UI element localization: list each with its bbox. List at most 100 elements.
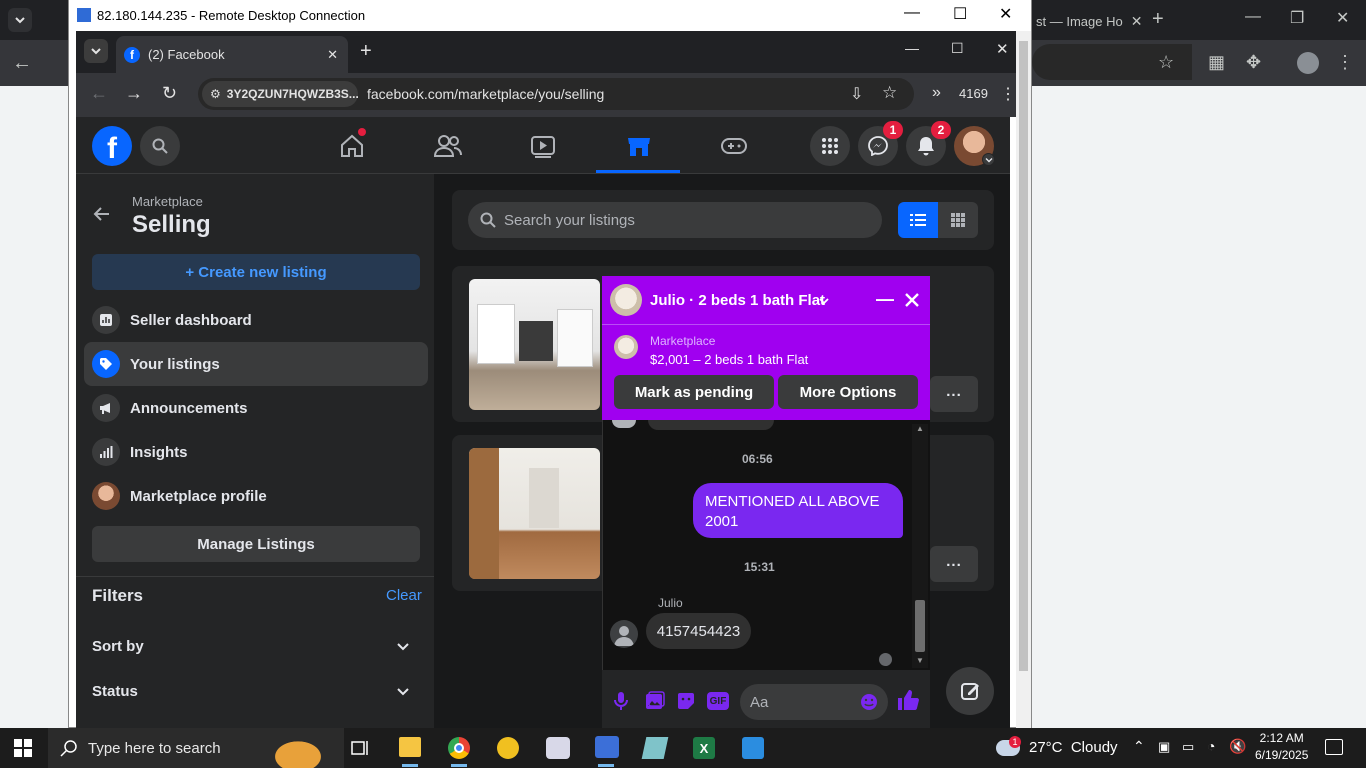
url-text[interactable]: facebook.com/marketplace/you/selling	[367, 86, 604, 102]
minimize-icon[interactable]: —	[1245, 8, 1261, 26]
wifi-icon[interactable]: ◔	[1207, 738, 1215, 754]
back-icon[interactable]: ←	[90, 83, 108, 104]
install-icon[interactable]: ⇩	[850, 84, 863, 104]
clear-filters-link[interactable]: Clear	[386, 587, 422, 604]
tab-list-button[interactable]	[84, 39, 108, 63]
nav-friends[interactable]	[433, 132, 463, 160]
reload-icon[interactable]: ↻	[162, 83, 177, 104]
listing-photo-kitchen[interactable]	[469, 279, 600, 410]
back-button[interactable]	[92, 204, 112, 224]
incoming-message[interactable]: 4157454423	[646, 613, 751, 649]
thumbs-up-icon[interactable]	[897, 689, 919, 711]
scroll-up-icon[interactable]: ▲	[916, 424, 924, 433]
host-tab-list-button[interactable]	[8, 8, 32, 32]
file-explorer-icon[interactable]	[399, 737, 421, 757]
minimize-chat-icon[interactable]: —	[876, 289, 894, 310]
forward-icon[interactable]: →	[125, 83, 143, 104]
menu-icon[interactable]: ⋮	[1000, 84, 1016, 104]
listing-thumb[interactable]	[614, 335, 638, 359]
listing-search-input[interactable]: Search your listings	[468, 202, 882, 238]
scrollbar-thumb[interactable]	[1019, 41, 1028, 671]
battery-icon[interactable]: ▭	[1182, 739, 1194, 755]
task-view-icon[interactable]	[350, 738, 370, 758]
list-view-button[interactable]	[898, 202, 938, 238]
microphone-icon[interactable]	[613, 691, 629, 711]
sidebar-item-seller-dashboard[interactable]: Seller dashboard	[84, 298, 428, 342]
sidebar-item-insights[interactable]: Insights	[84, 430, 428, 474]
extension-count[interactable]: 4169	[959, 86, 988, 101]
facebook-logo[interactable]: f	[92, 126, 132, 166]
clock[interactable]: 2:12 AM 6/19/2025	[1255, 731, 1308, 762]
back-icon[interactable]: ←	[12, 52, 32, 75]
windows-start-icon[interactable]	[14, 739, 32, 757]
sidebar-item-announcements[interactable]: Announcements	[84, 386, 428, 430]
meet-icon[interactable]: ▣	[1158, 739, 1170, 755]
restore-icon[interactable]: ❐	[1290, 8, 1304, 28]
chat-avatar[interactable]	[610, 284, 642, 316]
listing-more-button[interactable]: ...	[930, 376, 978, 412]
listing-title[interactable]: $2,001 – 2 beds 1 bath Flat	[650, 352, 808, 367]
chevron-up-icon[interactable]: ⌃	[1133, 738, 1145, 755]
sender-avatar[interactable]	[610, 620, 638, 648]
close-icon[interactable]: ✕	[327, 47, 338, 63]
rdp-scrollbar[interactable]	[1016, 31, 1031, 728]
sticker-icon[interactable]	[676, 691, 696, 711]
photo-icon[interactable]	[645, 691, 665, 711]
listing-more-button[interactable]: ...	[930, 546, 978, 582]
host-tab[interactable]: st — Image Ho ✕	[1030, 6, 1142, 36]
close-icon[interactable]: ✕	[996, 40, 1009, 58]
remote-desktop-icon[interactable]	[595, 736, 619, 758]
app-icon-paint[interactable]	[546, 737, 570, 759]
scrollbar-thumb[interactable]	[915, 600, 925, 652]
profile-avatar[interactable]	[1297, 52, 1319, 74]
account-chevron[interactable]	[982, 153, 995, 166]
outgoing-message[interactable]: MENTIONED ALL ABOVE 2001	[693, 483, 903, 538]
chrome-icon[interactable]	[448, 737, 470, 759]
message-input[interactable]: Aa	[740, 684, 888, 720]
notifications-center-icon[interactable]	[1325, 739, 1343, 755]
fb-search-button[interactable]	[140, 126, 180, 166]
more-options-button[interactable]: More Options	[778, 375, 918, 409]
grid-view-button[interactable]	[938, 202, 978, 238]
photos-icon[interactable]	[742, 737, 764, 759]
chevrons-right-icon[interactable]: »	[932, 84, 941, 102]
extensions-icon[interactable]: ✥	[1246, 52, 1261, 73]
nav-video[interactable]	[529, 132, 557, 160]
sidebar-item-marketplace-profile[interactable]: Marketplace profile	[84, 474, 428, 518]
sidebar-item-your-listings[interactable]: Your listings	[84, 342, 428, 386]
star-icon[interactable]: ☆	[882, 83, 897, 103]
volume-muted-icon[interactable]: 🔇	[1229, 738, 1246, 755]
chat-scrollbar[interactable]: ▲ ▼	[912, 424, 928, 668]
qr-icon[interactable]: ▦	[1208, 52, 1225, 73]
nav-gaming[interactable]	[720, 134, 748, 158]
excel-icon[interactable]: X	[693, 737, 715, 759]
menu-icon[interactable]: ⋮	[1336, 52, 1354, 73]
nav-marketplace[interactable]	[625, 132, 653, 160]
chat-title[interactable]: Julio · 2 beds 1 bath Flat	[650, 292, 825, 309]
star-icon[interactable]: ☆	[1158, 52, 1174, 73]
taskbar-search[interactable]: Type here to search	[48, 728, 344, 768]
status-filter[interactable]: Status	[92, 675, 420, 707]
tab-facebook[interactable]: f (2) Facebook ✕	[116, 36, 348, 73]
minimize-icon[interactable]: —	[905, 40, 919, 56]
new-tab-icon[interactable]: +	[360, 40, 372, 63]
minimize-icon[interactable]: —	[904, 4, 920, 22]
listing-photo-room[interactable]	[469, 448, 600, 579]
sort-by-filter[interactable]: Sort by	[92, 630, 420, 662]
address-bar[interactable]: ⚙ 3Y2QZUN7HQWZB3S... facebook.com/market…	[198, 78, 914, 110]
scroll-down-icon[interactable]: ▼	[916, 656, 924, 665]
close-icon[interactable]: ✕	[999, 4, 1012, 24]
weather-text[interactable]: 27°C Cloudy	[1029, 739, 1118, 756]
create-listing-button[interactable]: + Create new listing	[92, 254, 420, 290]
close-chat-icon[interactable]	[904, 292, 920, 308]
close-icon[interactable]: ✕	[1131, 13, 1143, 30]
breadcrumb[interactable]: Marketplace	[132, 194, 203, 209]
app-icon-note[interactable]	[641, 737, 669, 759]
menu-button[interactable]	[810, 126, 850, 166]
maximize-icon[interactable]: ☐	[953, 4, 967, 24]
close-icon[interactable]: ✕	[1336, 8, 1349, 28]
gif-button[interactable]: GIF	[707, 692, 729, 710]
maximize-icon[interactable]: ☐	[951, 40, 964, 57]
mark-pending-button[interactable]: Mark as pending	[614, 375, 774, 409]
app-icon-x[interactable]	[497, 737, 519, 759]
